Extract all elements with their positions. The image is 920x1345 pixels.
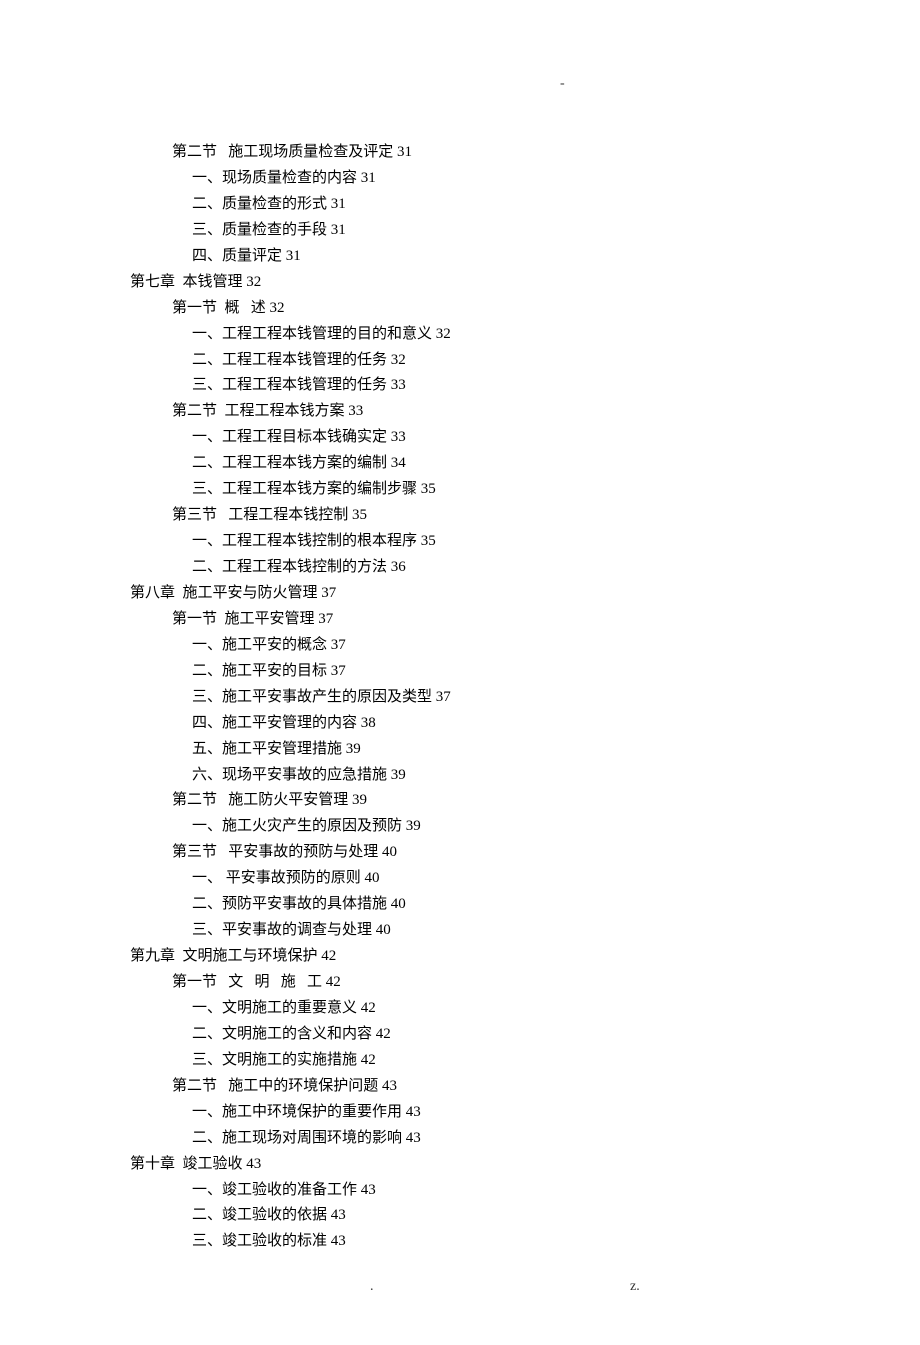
toc-entry: 第三节 平安事故的预防与处理 40 <box>172 840 790 866</box>
toc-entry: 第一节 概 述 32 <box>172 296 790 322</box>
footer-mark-right: z. <box>630 1275 640 1299</box>
toc-entry: 一、施工中环境保护的重要作用 43 <box>192 1100 790 1126</box>
toc-entry: 二、竣工验收的依据 43 <box>192 1203 790 1229</box>
toc-entry: 二、文明施工的含义和内容 42 <box>192 1022 790 1048</box>
toc-entry: 一、工程工程本钱控制的根本程序 35 <box>192 529 790 555</box>
toc-entry: 二、质量检查的形式 31 <box>192 192 790 218</box>
toc-entry: 四、质量评定 31 <box>192 244 790 270</box>
toc-entry: 三、质量检查的手段 31 <box>192 218 790 244</box>
toc-entry: 一、施工平安的概念 37 <box>192 633 790 659</box>
toc-entry: 一、竣工验收的准备工作 43 <box>192 1178 790 1204</box>
toc-entry: 第十章 竣工验收 43 <box>130 1152 790 1178</box>
toc-entry: 三、竣工验收的标准 43 <box>192 1229 790 1255</box>
toc-entry: 一、 平安事故预防的原则 40 <box>192 866 790 892</box>
toc-entry: 四、施工平安管理的内容 38 <box>192 711 790 737</box>
toc-entry: 一、文明施工的重要意义 42 <box>192 996 790 1022</box>
toc-entry: 第三节 工程工程本钱控制 35 <box>172 503 790 529</box>
toc-entry: 三、文明施工的实施措施 42 <box>192 1048 790 1074</box>
toc-entry: 第一节 文 明 施 工 42 <box>172 970 790 996</box>
toc-entry: 第七章 本钱管理 32 <box>130 270 790 296</box>
toc-entry: 第二节 施工中的环境保护问题 43 <box>172 1074 790 1100</box>
toc-entry: 三、施工平安事故产生的原因及类型 37 <box>192 685 790 711</box>
toc-entry: 第二节 施工防火平安管理 39 <box>172 788 790 814</box>
toc-entry: 一、施工火灾产生的原因及预防 39 <box>192 814 790 840</box>
toc-entry: 一、现场质量检查的内容 31 <box>192 166 790 192</box>
toc-entry: 二、工程工程本钱管理的任务 32 <box>192 348 790 374</box>
toc-entry: 二、工程工程本钱方案的编制 34 <box>192 451 790 477</box>
toc-entry: 第一节 施工平安管理 37 <box>172 607 790 633</box>
toc-entry: 五、施工平安管理措施 39 <box>192 737 790 763</box>
toc-entry: 第八章 施工平安与防火管理 37 <box>130 581 790 607</box>
toc-entry: 二、工程工程本钱控制的方法 36 <box>192 555 790 581</box>
toc-entry: 三、平安事故的调查与处理 40 <box>192 918 790 944</box>
toc-entry: 六、现场平安事故的应急措施 39 <box>192 763 790 789</box>
toc-entry: 二、预防平安事故的具体措施 40 <box>192 892 790 918</box>
toc-entry: 第九章 文明施工与环境保护 42 <box>130 944 790 970</box>
toc-entry: 一、工程工程目标本钱确实定 33 <box>192 425 790 451</box>
toc-entry: 二、施工平安的目标 37 <box>192 659 790 685</box>
toc-entry: 二、施工现场对周围环境的影响 43 <box>192 1126 790 1152</box>
toc-entry: 一、工程工程本钱管理的目的和意义 32 <box>192 322 790 348</box>
header-mark: - <box>560 72 565 96</box>
toc-entry: 第二节 施工现场质量检查及评定 31 <box>172 140 790 166</box>
footer-mark-left: . <box>370 1275 374 1299</box>
toc-entry: 三、工程工程本钱方案的编制步骤 35 <box>192 477 790 503</box>
toc-entry: 三、工程工程本钱管理的任务 33 <box>192 373 790 399</box>
table-of-contents: 第二节 施工现场质量检查及评定 31一、现场质量检查的内容 31二、质量检查的形… <box>130 140 790 1255</box>
toc-entry: 第二节 工程工程本钱方案 33 <box>172 399 790 425</box>
